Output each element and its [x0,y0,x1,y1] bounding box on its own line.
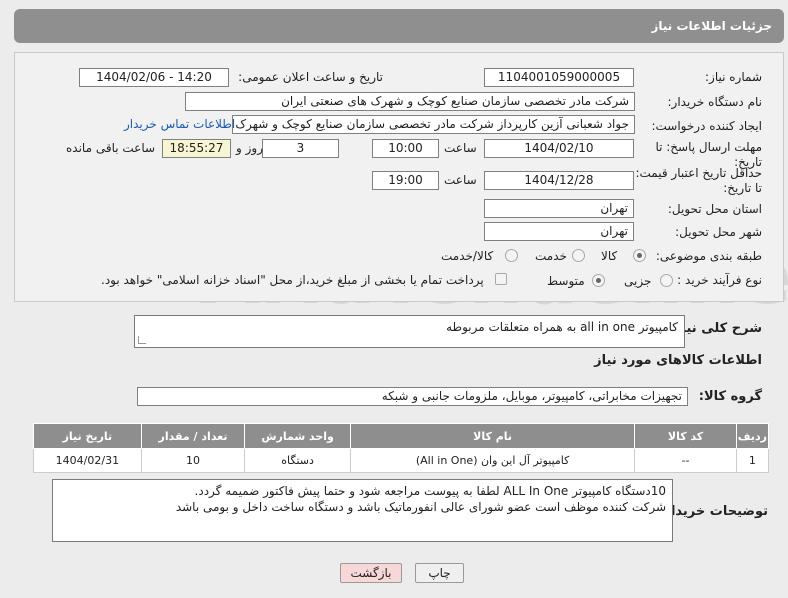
col-row: ردیف [735,423,770,449]
goods-group-label: گروه کالا: [698,389,762,404]
city-label: شهر محل تحویل: [675,225,762,239]
goods-group-field[interactable]: تجهیزات مخابراتی، کامپیوتر، موبایل، ملزو… [137,387,688,406]
price-time-field[interactable]: 19:00 [372,171,439,190]
buyer-contact-link[interactable]: اطلاعات تماس خریدار [124,117,235,131]
province-field[interactable]: تهران [484,199,634,218]
process-medium-radio[interactable] [592,274,605,287]
cell-need-date: 1404/02/31 [33,448,142,473]
announce-label: تاریخ و ساعت اعلان عمومی: [238,70,383,84]
goods-table: ردیف کد کالا نام کالا واحد شمارش تعداد /… [33,423,770,473]
remaining-label: ساعت باقی مانده [66,141,156,155]
category-label: طبقه بندی موضوعی: [655,249,762,263]
buyer-notes-textarea[interactable]: 10دستگاه کامپیوتر ALL In One لطفا به پیو… [52,479,673,542]
creator-field[interactable]: جواد شعبانی آزین کارپرداز شرکت مادر تخصص… [232,115,635,134]
days-field[interactable]: 3 [262,139,339,158]
back-button[interactable]: بازگشت [340,563,402,583]
buyer-notes-line-2: شرکت کننده موظف است عضو شورای عالی انفور… [175,500,666,514]
price-date-field[interactable]: 1404/12/28 [484,171,634,190]
category-service-radio[interactable] [572,249,585,262]
category-service-label: خدمت [535,249,567,263]
goods-section-title: اطلاعات کالاهای مورد نیاز [594,353,762,368]
deadline-time-label: ساعت [444,141,477,155]
table-row[interactable]: 1 -- کامپیوتر آل این وان (All in One) دس… [33,448,770,473]
price-validity-label: حداقل تاریخ اعتبار قیمت: تا تاریخ: [635,166,762,195]
process-label: نوع فرآیند خرید : [677,273,762,287]
city-field[interactable]: تهران [484,222,634,241]
buyer-label: نام دستگاه خریدار: [667,95,763,109]
creator-label: ایجاد کننده درخواست: [651,119,762,133]
treasury-payment-note: پرداخت تمام یا بخشی از مبلغ خرید،از محل … [101,273,484,287]
treasury-payment-checkbox[interactable] [495,273,507,285]
cell-name: کامپیوتر آل این وان (All in One) [349,448,636,473]
category-both-radio[interactable] [505,249,518,262]
print-button[interactable]: چاپ [415,563,464,583]
summary-text: کامپیوتر all in one به همراه متعلقات مرب… [446,320,678,334]
category-goods-radio[interactable] [633,249,646,262]
province-label: استان محل تحویل: [667,202,762,216]
col-code: کد کالا [634,423,737,449]
process-minor-label: جزیی [624,274,652,288]
cell-row: 1 [735,448,770,473]
resize-grip-icon[interactable] [138,336,146,344]
deadline-date-field[interactable]: 1404/02/10 [484,139,634,158]
buyer-field[interactable]: شرکت مادر تخصصی سازمان صنایع کوچک و شهرک… [185,92,635,111]
col-name: نام کالا [349,423,636,449]
category-both-label: کالا/خدمت [441,249,494,263]
need-number-field[interactable]: 1104001059000005 [484,68,634,87]
cell-quantity: 10 [140,448,246,473]
table-header-row: ردیف کد کالا نام کالا واحد شمارش تعداد /… [33,423,770,449]
summary-textarea[interactable]: کامپیوتر all in one به همراه متعلقات مرب… [134,315,685,348]
announce-field[interactable]: 1404/02/06 - 14:20 [79,68,229,87]
process-minor-radio[interactable] [660,274,673,287]
page-title: جزئیات اطلاعات نیاز [651,19,772,33]
buyer-notes-label: توضیحات خریدار: [658,504,768,519]
col-unit: واحد شمارش [244,423,351,449]
price-time-label: ساعت [444,173,477,187]
need-number-label: شماره نیاز: [705,70,762,84]
page-header: جزئیات اطلاعات نیاز [14,9,784,43]
cell-code: -- [634,448,737,473]
days-label: روز و [236,141,263,155]
process-medium-label: متوسط [547,274,585,288]
cell-unit: دستگاه [244,448,351,473]
col-quantity: تعداد / مقدار [140,423,246,449]
buyer-notes-line-1: 10دستگاه کامپیوتر ALL In One لطفا به پیو… [194,484,666,498]
remaining-time-field: 18:55:27 [162,139,231,158]
deadline-time-field[interactable]: 10:00 [372,139,439,158]
col-need-date: تاریخ نیاز [33,423,142,449]
category-goods-label: کالا [601,249,618,263]
